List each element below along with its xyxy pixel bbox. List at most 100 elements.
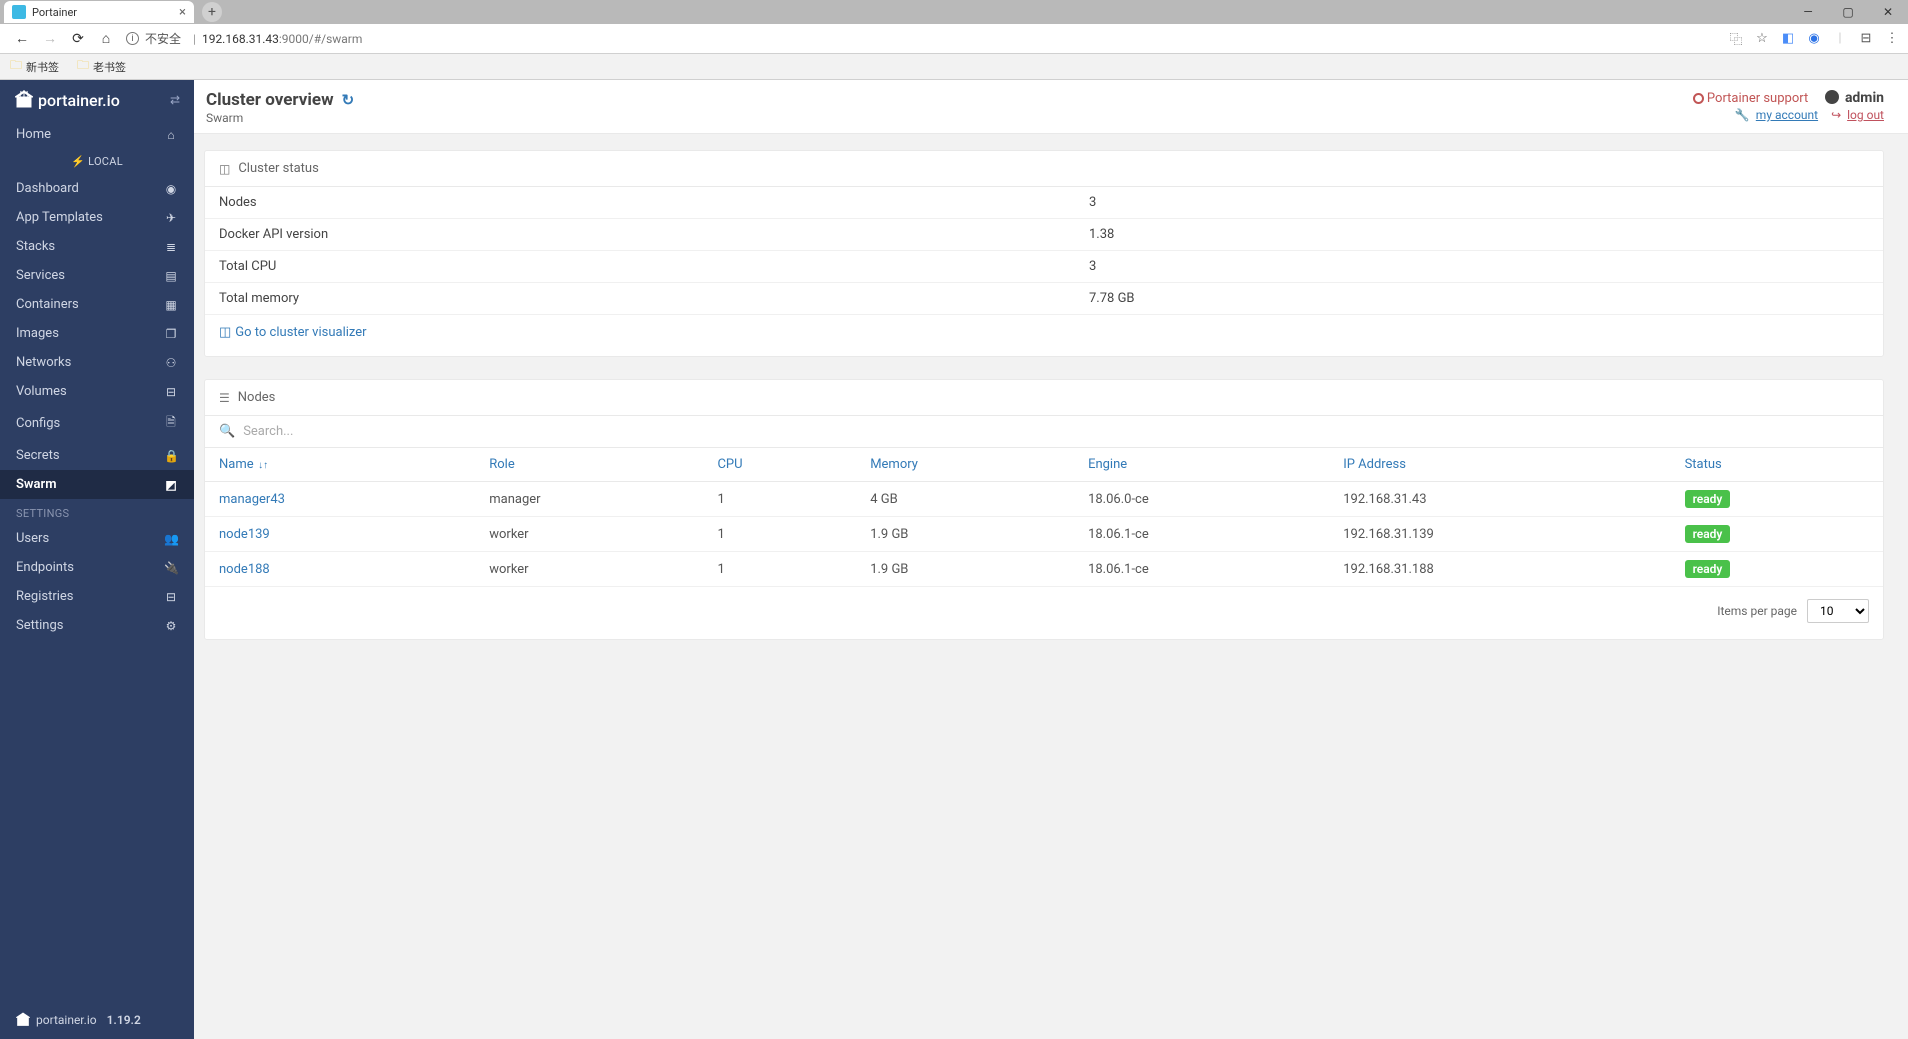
- dashboard-icon: ◉: [164, 182, 178, 196]
- status-row: Docker API version 1.38: [205, 219, 1883, 251]
- sidebar-item-templates[interactable]: App Templates ✈: [0, 203, 194, 232]
- sidebar-item-configs[interactable]: Configs 🗎: [0, 406, 194, 441]
- col-status[interactable]: Status: [1671, 448, 1883, 482]
- visualizer-link-row: ◫Go to cluster visualizer: [205, 315, 1883, 356]
- url-right-icons: ⿻ ☆ ◧ ◉ | ⊟ ⋮: [1728, 31, 1900, 47]
- bookmark-star-icon[interactable]: ☆: [1754, 31, 1770, 47]
- window-controls: — ▢ ✕: [1788, 0, 1908, 24]
- extension2-icon[interactable]: ◉: [1806, 31, 1822, 47]
- forward-button[interactable]: →: [38, 27, 62, 51]
- bookmark-item[interactable]: 🗀 老书签: [77, 56, 126, 77]
- url-input[interactable]: i 不安全 | 192.168.31.43:9000/#/swarm: [126, 30, 1722, 47]
- tab-title: Portainer: [32, 6, 77, 19]
- breadcrumb: Swarm: [206, 111, 354, 125]
- folder-icon: 🗀: [77, 56, 89, 77]
- col-memory[interactable]: Memory: [856, 448, 1074, 482]
- reload-button[interactable]: ⟳: [66, 27, 90, 51]
- templates-icon: ✈: [164, 211, 178, 225]
- col-name[interactable]: Name ↓↑: [205, 448, 475, 482]
- col-cpu[interactable]: CPU: [703, 448, 856, 482]
- cluster-status-card: ◫ Cluster status Nodes 3 Docker API vers…: [204, 150, 1884, 357]
- home-button[interactable]: ⌂: [94, 27, 118, 51]
- sidebar-item-containers[interactable]: Containers ▦: [0, 290, 194, 319]
- bookmark-item[interactable]: 🗀 新书签: [10, 56, 59, 77]
- sidebar-item-settings[interactable]: Settings ⚙: [0, 611, 194, 640]
- browser-tab[interactable]: Portainer ×: [4, 1, 194, 23]
- header: Cluster overview ↻ Swarm Portainer suppo…: [194, 80, 1908, 134]
- sidebar-item-stacks[interactable]: Stacks ≣: [0, 232, 194, 261]
- user-label: admin: [1825, 90, 1884, 106]
- containers-icon: ▦: [164, 298, 178, 312]
- sidebar-item-swarm[interactable]: Swarm ◩: [0, 470, 194, 499]
- favicon-icon: [12, 5, 26, 19]
- extension1-icon[interactable]: ◧: [1780, 31, 1796, 47]
- window-close-button[interactable]: ✕: [1868, 0, 1908, 24]
- new-tab-button[interactable]: +: [202, 2, 222, 22]
- window-minimize-button[interactable]: —: [1788, 0, 1828, 24]
- window-maximize-button[interactable]: ▢: [1828, 0, 1868, 24]
- sidebar-item-secrets[interactable]: Secrets 🔒: [0, 441, 194, 470]
- sidebar-item-images[interactable]: Images ❐: [0, 319, 194, 348]
- search-input[interactable]: [243, 424, 1869, 439]
- endpoints-icon: 🔌: [164, 561, 178, 575]
- logo[interactable]: portainer.io: [14, 90, 120, 110]
- log-out-link[interactable]: log out: [1847, 108, 1884, 122]
- sidebar-item-users[interactable]: Users 👥: [0, 524, 194, 553]
- sort-icon: ↓↑: [256, 460, 268, 471]
- diagram-icon: ◫: [219, 325, 231, 340]
- user-icon: [1825, 90, 1839, 104]
- info-icon: i: [126, 32, 139, 45]
- tab-close-icon[interactable]: ×: [179, 5, 186, 20]
- main: Cluster overview ↻ Swarm Portainer suppo…: [194, 80, 1908, 1039]
- refresh-icon[interactable]: ↻: [342, 91, 355, 109]
- url-bar: ← → ⟳ ⌂ i 不安全 | 192.168.31.43:9000/#/swa…: [0, 24, 1908, 54]
- per-page-select[interactable]: 10: [1807, 599, 1869, 623]
- menu-icon[interactable]: ⋮: [1884, 31, 1900, 47]
- logo-icon: [14, 90, 34, 110]
- volumes-icon: ⊟: [164, 385, 178, 399]
- sidebar-footer: portainer.io 1.19.2: [0, 1001, 194, 1039]
- my-account-link[interactable]: my account: [1756, 108, 1818, 122]
- node-name-link[interactable]: node188: [205, 552, 475, 587]
- col-ip[interactable]: IP Address: [1329, 448, 1670, 482]
- sidebar-item-endpoints[interactable]: Endpoints 🔌: [0, 553, 194, 582]
- browser-chrome: Portainer × + — ▢ ✕ ← → ⟳ ⌂ i 不安全 | 192.…: [0, 0, 1908, 80]
- sidebar-toggle-icon[interactable]: ⇄: [170, 93, 180, 107]
- sidebar-section-settings: SETTINGS: [0, 499, 194, 524]
- sidebar-item-networks[interactable]: Networks ⚇: [0, 348, 194, 377]
- networks-icon: ⚇: [164, 356, 178, 370]
- search-icon: 🔍: [219, 424, 235, 439]
- node-name-link[interactable]: manager43: [205, 482, 475, 517]
- plug-icon: ⚡: [71, 155, 85, 168]
- search-row: 🔍: [205, 416, 1883, 448]
- table-row: node139 worker 1 1.9 GB 18.06.1-ce 192.1…: [205, 517, 1883, 552]
- sidebar-item-home[interactable]: Home ⌂: [0, 120, 194, 149]
- app: portainer.io ⇄ Home ⌂ ⚡ LOCAL Dashboard …: [0, 80, 1908, 1039]
- col-role[interactable]: Role: [475, 448, 703, 482]
- logo-row: portainer.io ⇄: [0, 80, 194, 120]
- secrets-icon: 🔒: [164, 449, 178, 463]
- col-engine[interactable]: Engine: [1074, 448, 1329, 482]
- translate-icon[interactable]: ⿻: [1728, 31, 1744, 47]
- logout-icon: ↪: [1831, 108, 1841, 122]
- sidebar-item-volumes[interactable]: Volumes ⊟: [0, 377, 194, 406]
- url-path: :9000/#/swarm: [279, 32, 363, 46]
- sidebar-item-registries[interactable]: Registries ⊟: [0, 582, 194, 611]
- sidebar-item-services[interactable]: Services ▤: [0, 261, 194, 290]
- bookmark-bar: 🗀 新书签 🗀 老书签: [0, 54, 1908, 80]
- back-button[interactable]: ←: [10, 27, 34, 51]
- nodes-table: Name ↓↑ Role CPU Memory Engine IP Addres…: [205, 448, 1883, 587]
- stacks-icon: ≣: [164, 240, 178, 254]
- status-row: Nodes 3: [205, 187, 1883, 219]
- node-name-link[interactable]: node139: [205, 517, 475, 552]
- users-icon: 👥: [164, 532, 178, 546]
- visualizer-link[interactable]: ◫Go to cluster visualizer: [219, 325, 367, 340]
- status-badge: ready: [1685, 560, 1731, 578]
- profile-icon[interactable]: ⊟: [1858, 31, 1874, 47]
- sidebar-item-dashboard[interactable]: Dashboard ◉: [0, 174, 194, 203]
- status-row: Total memory 7.78 GB: [205, 283, 1883, 315]
- home-icon: ⌂: [164, 128, 178, 142]
- nodes-card: ☰ Nodes 🔍 Name ↓↑ Role CPU Memory Engi: [204, 379, 1884, 640]
- page-title: Cluster overview ↻: [206, 90, 354, 110]
- support-link[interactable]: Portainer support: [1693, 91, 1812, 106]
